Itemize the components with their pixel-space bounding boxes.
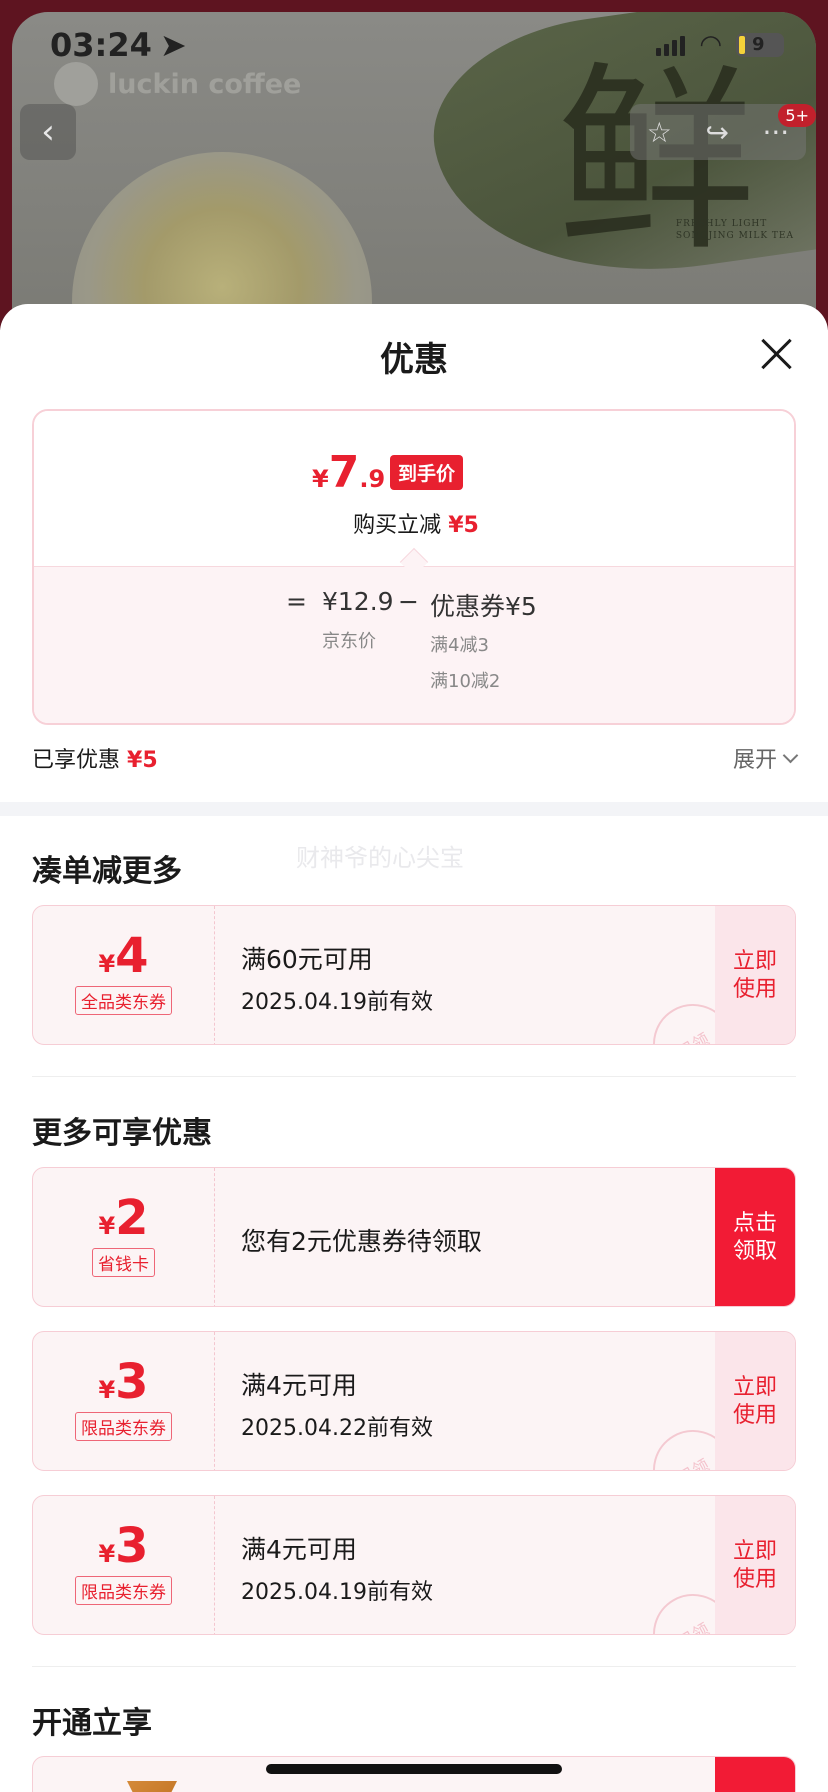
coupon-condition: 满4元可用: [241, 1371, 357, 1400]
formula-original-price: ¥12.9: [322, 587, 394, 616]
membership-card-partial[interactable]: [32, 1756, 796, 1792]
coupon-amount-number: 2: [115, 1190, 149, 1246]
section-title-more: 凑单减更多: [32, 854, 182, 889]
enjoyed-discount: 已享优惠 ¥5: [32, 742, 158, 774]
coupon-amount: ¥ 2: [33, 1192, 214, 1244]
final-price-integer: 7: [328, 447, 360, 498]
enjoyed-label: 已享优惠: [32, 748, 121, 773]
hero-caption: FRESHLY LIGHT SONGJING MILK TEA: [676, 218, 794, 242]
instant-discount-amount: ¥5: [448, 513, 479, 538]
coupon-expiry: 2025.04.19前有效: [241, 1580, 433, 1605]
hero-caption-line-1: FRESHLY LIGHT: [675, 219, 768, 229]
price-breakdown: = ¥12.9 − 优惠券¥5 京东价 满4减3 满10减2: [34, 566, 794, 723]
back-button[interactable]: ‹: [20, 104, 76, 160]
offers-sheet: 优惠 ¥ 7 .9 到手价 购买立减 ¥5 = ¥12.9 − 优惠券¥5 京东…: [0, 304, 828, 1792]
coupon-value: ¥ 3 限品类东券: [33, 1496, 215, 1634]
expand-label: 展开: [732, 748, 777, 773]
coupon-currency: ¥: [98, 1212, 116, 1240]
coupon-card: ¥ 4 全品类东券 满60元可用 2025.04.19前有效 已领 立即使用: [32, 905, 796, 1045]
divider: [32, 1076, 796, 1077]
divider: [32, 1666, 796, 1667]
status-time: 03:24 ➤: [50, 26, 187, 64]
coupon-type-tag: 全品类东券: [75, 986, 172, 1015]
final-price-decimal: .9: [359, 465, 386, 493]
membership-logo-icon: [127, 1781, 177, 1792]
close-icon[interactable]: [760, 338, 792, 370]
coupon-expiry: 2025.04.19前有效: [241, 990, 433, 1015]
brand-name: luckin coffee: [108, 68, 302, 100]
coupon-type-tag: 限品类东券: [75, 1576, 172, 1605]
coupon-type-tag: 限品类东券: [75, 1412, 172, 1441]
star-icon[interactable]: ☆: [647, 116, 672, 149]
membership-action-button[interactable]: [715, 1757, 795, 1792]
home-indicator[interactable]: [266, 1764, 562, 1774]
coupon-amount-number: 3: [115, 1518, 149, 1574]
coupon-card: ¥ 2 省钱卡 您有2元优惠券待领取 点击 领取: [32, 1167, 796, 1307]
formula-equals: =: [286, 587, 307, 616]
formula-coupon: 优惠券¥5: [430, 592, 537, 621]
watermark-text: 财神爷的心尖宝: [296, 844, 464, 872]
status-icons: ◠ 9: [656, 30, 784, 60]
coupon-value: ¥ 4 全品类东券: [33, 906, 215, 1044]
battery-icon: 9: [736, 33, 784, 57]
coupon-amount-number: 4: [115, 928, 149, 984]
coupon-card: ¥ 3 限品类东券 满4元可用 2025.04.22前有效 已领 立即使用: [32, 1331, 796, 1471]
sheet-title: 优惠: [380, 340, 448, 380]
coupon-value: ¥ 3 限品类东券: [33, 1332, 215, 1470]
expand-toggle[interactable]: 展开: [732, 742, 799, 774]
section-title-more-offers: 更多可享优惠: [32, 1116, 212, 1151]
coupon-amount: ¥ 4: [33, 930, 214, 982]
coupon-card: ¥ 3 限品类东券 满4元可用 2025.04.19前有效 已领 立即使用: [32, 1495, 796, 1635]
chevron-down-icon: [782, 747, 799, 763]
instant-discount-line: 购买立减 ¥5: [34, 507, 794, 539]
enjoyed-amount: ¥5: [127, 748, 158, 773]
coupon-currency: ¥: [98, 1540, 116, 1568]
coupon-condition: 满60元可用: [241, 945, 373, 974]
final-price-tag: 到手价: [390, 455, 464, 490]
chevron-left-icon: ‹: [41, 112, 55, 152]
battery-level: 9: [752, 34, 765, 55]
share-icon[interactable]: ↪: [705, 116, 728, 149]
coupon-condition: 满4元可用: [241, 1535, 357, 1564]
claim-button[interactable]: 点击 领取: [715, 1168, 795, 1306]
use-now-button[interactable]: 立即 使用: [715, 1496, 795, 1634]
final-price: ¥ 7 .9: [312, 447, 385, 498]
final-price-area: ¥ 7 .9 到手价 购买立减 ¥5: [34, 411, 794, 566]
instant-discount-label: 购买立减: [353, 513, 442, 538]
message-count-badge: 5+: [778, 104, 816, 127]
wifi-icon: ◠: [699, 30, 722, 60]
use-now-button[interactable]: 立即 使用: [715, 1332, 795, 1470]
formula-minus: −: [398, 587, 419, 616]
final-price-currency: ¥: [312, 465, 329, 493]
location-arrow-icon: ➤: [159, 26, 187, 64]
section-divider: [0, 802, 828, 816]
coupon-currency: ¥: [98, 950, 116, 978]
coupon-claim-text: 您有2元优惠券待领取: [241, 1227, 482, 1256]
original-price-label: 京东价: [322, 631, 376, 652]
coupon-amount: ¥ 3: [33, 1356, 214, 1408]
coupon-currency: ¥: [98, 1376, 116, 1404]
coupon-expiry: 2025.04.22前有效: [241, 1416, 433, 1441]
coupon-rule-2: 满10减2: [430, 671, 501, 692]
brand-logo: luckin coffee: [54, 62, 301, 106]
hero-caption-line-2: SONGJING MILK TEA: [675, 231, 794, 241]
coupon-type-tag: 省钱卡: [92, 1248, 155, 1277]
coupon-value: ¥ 2 省钱卡: [33, 1168, 215, 1306]
use-now-button[interactable]: 立即 使用: [715, 906, 795, 1044]
coupon-amount: ¥ 3: [33, 1520, 214, 1572]
status-time-text: 03:24: [50, 26, 152, 64]
luckin-logo-icon: [54, 62, 98, 106]
section-title-open: 开通立享: [32, 1706, 152, 1741]
coupon-rule-1: 满4减3: [430, 635, 489, 656]
coupon-amount-number: 3: [115, 1354, 149, 1410]
cellular-signal-icon: [656, 34, 686, 56]
